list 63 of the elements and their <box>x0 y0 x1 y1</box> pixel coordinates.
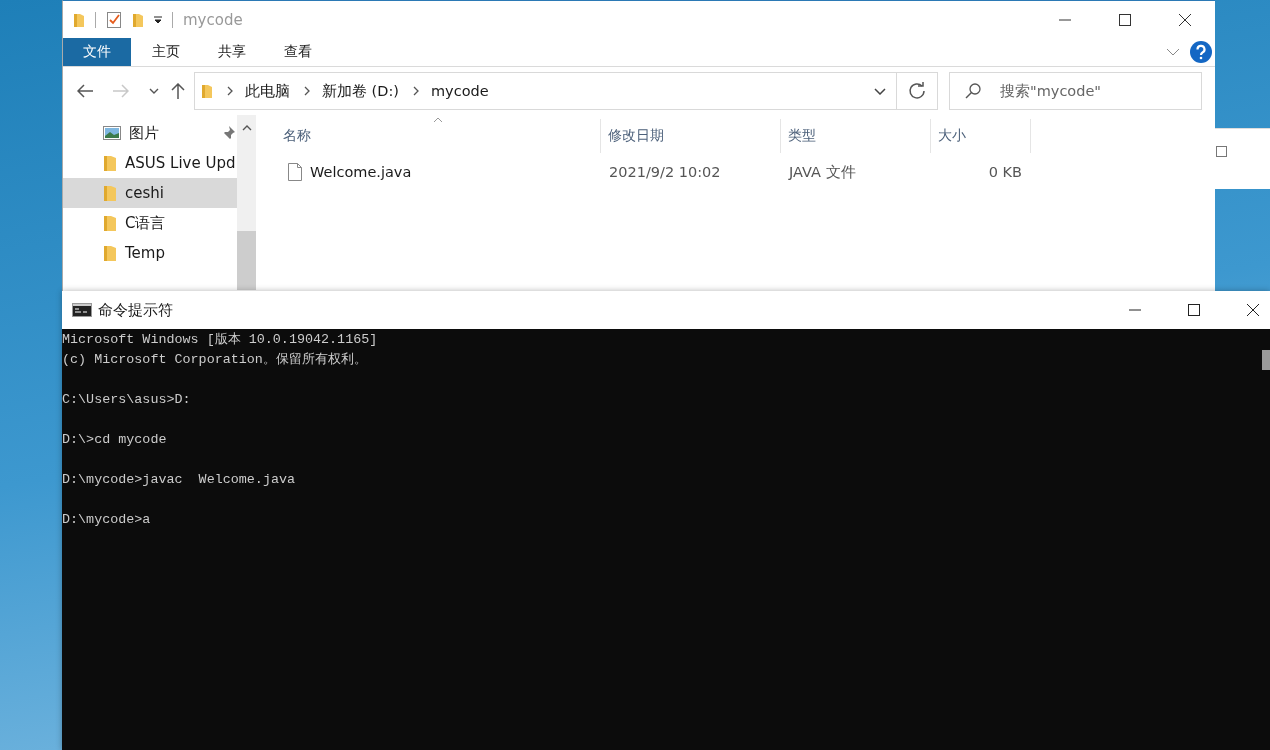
nav-item[interactable]: C语言 <box>63 208 237 238</box>
breadcrumb-item[interactable]: 新加卷 (D:) <box>322 81 399 101</box>
column-header[interactable]: 大小 <box>931 119 1031 153</box>
file-date: 2021/9/2 10:02 <box>608 164 722 180</box>
chevron-right-icon[interactable] <box>227 86 233 96</box>
folder-icon <box>103 214 117 232</box>
ribbon-tab[interactable]: 查看 <box>265 38 331 66</box>
nav-item[interactable]: ASUS Live Upd <box>63 148 237 178</box>
console-line: D:\mycode>javac Welcome.java <box>62 471 297 489</box>
file-size: 0 KB <box>987 164 1023 180</box>
console-line: Microsoft Windows [版本 10.0.19042.1165] <box>62 331 379 349</box>
window-title: mycode <box>183 10 243 29</box>
console-line: (c) Microsoft Corporation。保留所有权利。 <box>62 351 368 369</box>
console-line: D:\>cd mycode <box>62 431 168 449</box>
folder-icon <box>103 154 117 172</box>
nav-item[interactable]: 图片 <box>63 118 237 148</box>
up-arrow-icon[interactable] <box>171 83 185 99</box>
dropdown-icon[interactable] <box>154 15 162 24</box>
help-icon[interactable] <box>1190 41 1212 63</box>
file-row[interactable]: Welcome.java 2021/9/2 10:02 JAVA 文件 0 KB <box>256 157 1215 187</box>
chevron-down-icon[interactable] <box>149 88 159 94</box>
nav-item[interactable]: ceshi <box>63 178 237 208</box>
scroll-up-icon[interactable] <box>241 125 252 131</box>
ribbon-tab[interactable]: 共享 <box>199 38 265 66</box>
chevron-right-icon[interactable] <box>413 86 419 96</box>
console-line: C:\Users\asus>D: <box>62 391 192 409</box>
maximize-icon <box>1216 146 1227 157</box>
window-title: 命令提示符 <box>98 300 173 320</box>
file-icon <box>288 163 302 181</box>
maximize-icon[interactable] <box>1119 13 1131 26</box>
breadcrumb-item[interactable]: mycode <box>431 83 489 99</box>
terminal-icon <box>72 303 92 317</box>
back-arrow-icon[interactable] <box>77 84 93 98</box>
breadcrumb-item[interactable]: 此电脑 <box>245 81 290 101</box>
column-header[interactable]: 类型 <box>781 119 931 153</box>
refresh-icon <box>908 82 926 100</box>
scrollbar-thumb[interactable] <box>237 231 256 290</box>
chevron-down-icon[interactable] <box>874 87 886 95</box>
folder-icon <box>103 184 117 202</box>
close-icon[interactable] <box>1247 304 1259 316</box>
folder-icon <box>201 83 213 99</box>
column-header[interactable]: 名称 <box>256 119 601 153</box>
checklist-icon[interactable] <box>106 10 122 29</box>
chevron-right-icon[interactable] <box>304 86 310 96</box>
search-field[interactable]: 搜索"mycode" <box>949 72 1202 110</box>
file-type: JAVA 文件 <box>787 162 857 182</box>
maximize-icon[interactable] <box>1188 304 1200 316</box>
close-icon[interactable] <box>1179 13 1191 26</box>
address-bar[interactable]: 此电脑 新加卷 (D:) mycode <box>194 72 897 110</box>
picture-icon <box>103 126 121 140</box>
ribbon-tab[interactable]: 主页 <box>133 38 199 66</box>
console-area[interactable]: Microsoft Windows [版本 10.0.19042.1165] (c) Microsoft Corporation。保留所有权利。 C:\Users\asus>D: D:\>cd mycode D:\mycode>javac Welcome.java D:\mycode>a <box>62 329 1270 750</box>
scrollbar[interactable] <box>237 115 256 290</box>
column-header[interactable]: 修改日期 <box>601 119 781 153</box>
folder-icon <box>103 244 117 262</box>
file-name: Welcome.java <box>310 164 412 180</box>
refresh-button[interactable] <box>897 72 938 110</box>
scrollbar-thumb[interactable] <box>1262 350 1270 370</box>
sort-caret-icon <box>433 117 443 123</box>
nav-item[interactable]: Temp <box>63 238 237 268</box>
search-icon <box>965 83 981 99</box>
console-line: D:\mycode>a <box>62 511 152 529</box>
file-menu-tab[interactable]: 文件 <box>63 38 131 66</box>
